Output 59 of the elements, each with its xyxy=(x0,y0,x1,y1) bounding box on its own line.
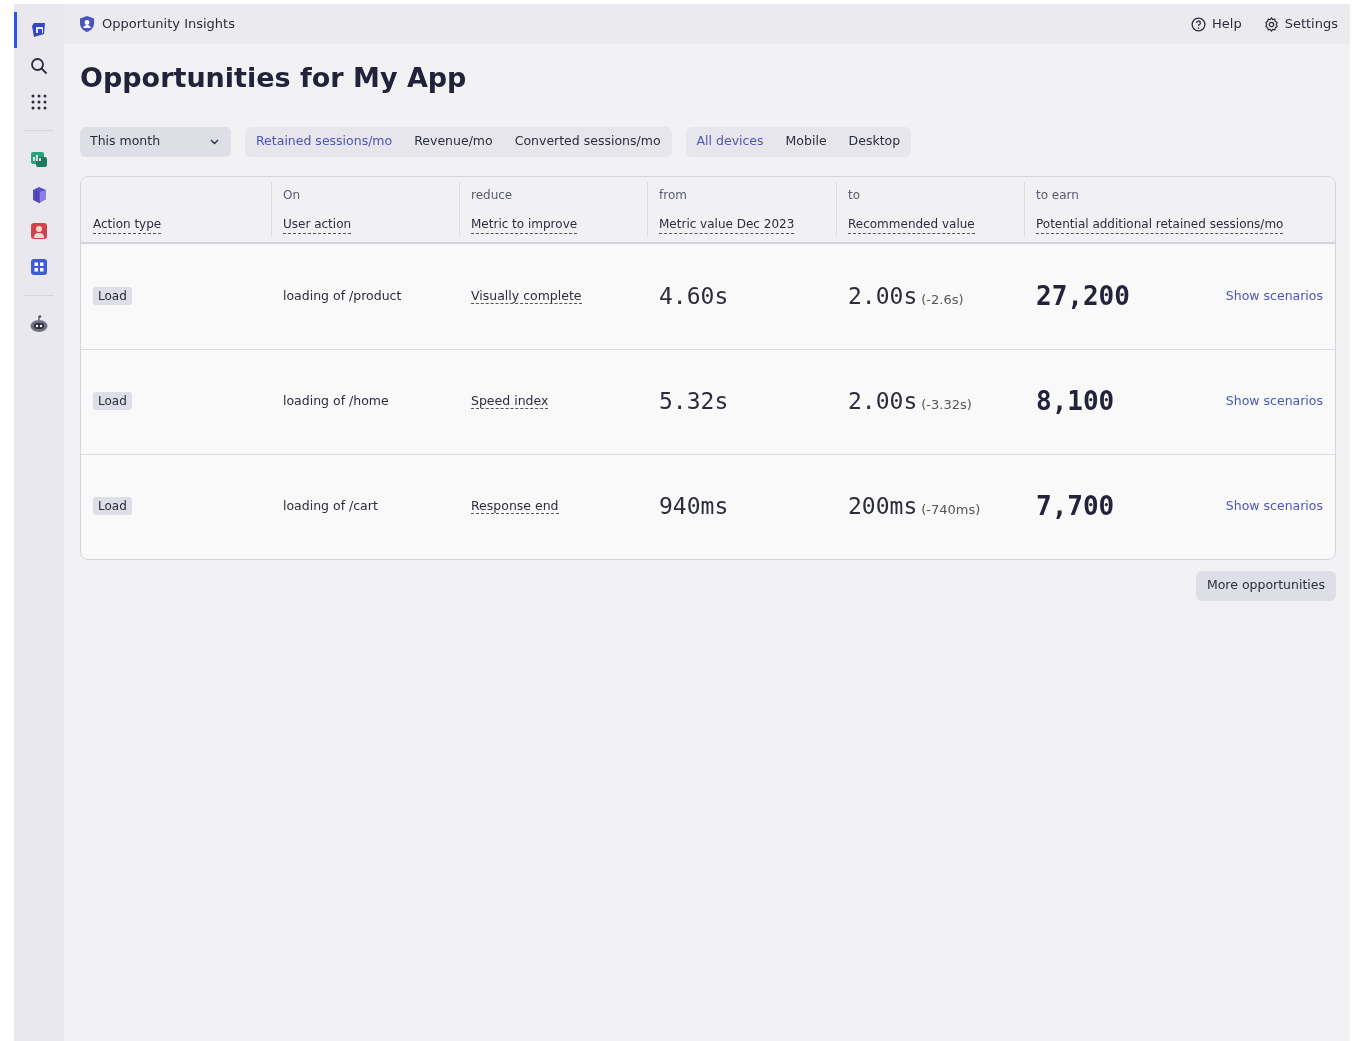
period-dropdown[interactable]: This month xyxy=(80,126,231,157)
metric-name[interactable]: Speed index xyxy=(471,393,549,410)
action-type-tag: Load xyxy=(93,286,132,305)
cube-icon xyxy=(30,186,48,204)
settings-link[interactable]: Settings xyxy=(1263,14,1338,34)
column-header[interactable]: Action type xyxy=(93,214,162,234)
help-link[interactable]: Help xyxy=(1191,14,1242,34)
potential-gain: 27,200 xyxy=(1036,279,1130,313)
metric-value: 5.32s xyxy=(659,388,729,415)
show-scenarios-link[interactable]: Show scenarios xyxy=(1225,497,1323,516)
column-header[interactable]: Metric value Dec 2023 xyxy=(659,214,795,234)
chart-app-icon xyxy=(30,150,48,168)
robot-icon xyxy=(29,315,49,333)
show-scenarios-link[interactable]: Show scenarios xyxy=(1225,392,1323,411)
column-group-label: to earn xyxy=(1036,186,1080,204)
user-action: loading of /cart xyxy=(283,498,378,514)
potential-gain: 7,700 xyxy=(1036,490,1115,523)
page-title: Opportunities for My App xyxy=(80,61,468,95)
grid-app-icon xyxy=(30,258,48,276)
column-header[interactable]: Recommended value xyxy=(848,214,975,234)
column-group-label: reduce xyxy=(471,186,514,204)
segment-tab[interactable]: Mobile xyxy=(774,126,838,157)
column-group-label: from xyxy=(659,186,688,204)
recommended-value: 2.00s xyxy=(848,282,918,309)
user-action: loading of /product xyxy=(283,287,402,303)
search-icon xyxy=(30,57,48,75)
action-type-tag: Load xyxy=(93,497,132,516)
metric-name[interactable]: Response end xyxy=(471,498,559,515)
recommended-value: 2.00s xyxy=(848,388,918,415)
app-title: Opportunity Insights xyxy=(102,15,235,34)
recommended-value: 200ms xyxy=(848,493,918,520)
chevron-down-icon xyxy=(210,138,219,145)
apps-icon xyxy=(31,94,47,110)
metric-value: 940ms xyxy=(659,493,729,520)
more-opportunities-button[interactable]: More opportunities xyxy=(1195,570,1336,601)
help-icon xyxy=(1191,16,1207,32)
potential-gain: 8,100 xyxy=(1036,385,1115,418)
column-header[interactable]: User action xyxy=(283,214,352,234)
segment-tab[interactable]: Desktop xyxy=(837,126,912,157)
settings-icon xyxy=(1263,16,1279,32)
column-group-label: to xyxy=(848,186,862,204)
value-change: (-2.6s) xyxy=(921,291,964,307)
value-change: (-740ms) xyxy=(921,502,981,518)
metric-value: 4.60s xyxy=(659,282,729,309)
metric-name[interactable]: Visually complete xyxy=(471,287,582,304)
segment-tab[interactable]: Revenue/mo xyxy=(403,126,504,157)
logo-icon xyxy=(30,21,48,39)
column-header[interactable]: Metric to improve xyxy=(471,214,578,234)
column-group-label: On xyxy=(283,186,302,204)
user-action: loading of /home xyxy=(283,393,389,409)
segment-tab[interactable]: Retained sessions/mo xyxy=(245,126,404,157)
shield-icon xyxy=(80,16,94,32)
segment-tab[interactable]: All devices xyxy=(685,126,775,157)
action-type-tag: Load xyxy=(93,392,132,411)
show-scenarios-link[interactable]: Show scenarios xyxy=(1225,286,1323,306)
column-header[interactable]: Potential additional retained sessions/mo xyxy=(1036,214,1284,234)
value-change: (-3.32s) xyxy=(921,397,972,413)
segment-tab[interactable]: Converted sessions/mo xyxy=(503,126,672,157)
person-app-icon xyxy=(30,222,48,240)
